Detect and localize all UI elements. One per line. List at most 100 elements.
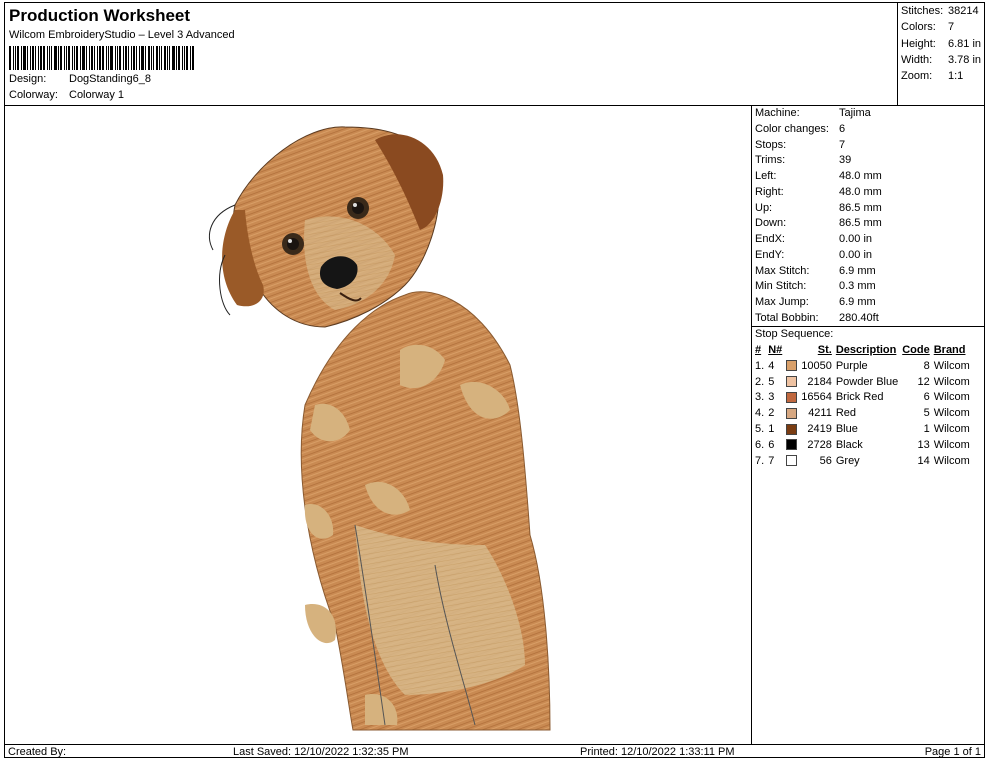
stop-description: Black (835, 438, 863, 451)
stop-needle: 1 (768, 422, 775, 435)
stop-needle: 4 (768, 359, 775, 372)
machine-info-panel: Machine: Tajima Color changes: 6 Stops: 7 T… (751, 105, 985, 745)
info-endy: EndY: 0.00 in (755, 249, 873, 261)
stop-stitches: 2184 (807, 375, 832, 388)
stop-code: 12 (917, 375, 930, 388)
stop-row: 6. 6 2728 Black 13 Wilcom (753, 438, 972, 454)
info-trims: Trims: 39 (755, 154, 852, 166)
info-down: Down: 86.5 mm (755, 217, 882, 229)
last-saved: Last Saved: 12/10/2022 1:32:35 PM (233, 746, 409, 758)
summary-stitches: Stitches: 38214 (901, 5, 979, 17)
info-left: Left: 48.0 mm (755, 170, 882, 182)
stop-brand: Wilcom (933, 359, 970, 372)
colorway-value: Colorway 1 (69, 89, 125, 101)
info-max-jump: Max Jump: 6.9 mm (755, 296, 876, 308)
panel-divider (752, 326, 985, 327)
col-swatch (784, 343, 799, 359)
stop-brand: Wilcom (933, 391, 970, 404)
stop-brand: Wilcom (933, 438, 970, 451)
stop-stitches: 2728 (807, 438, 832, 451)
stop-num: 6. (755, 438, 765, 451)
info-right: Right: 48.0 mm (755, 186, 882, 198)
stop-row: 4. 2 4211 Red 5 Wilcom (753, 406, 972, 422)
col-code: Code (902, 344, 930, 356)
stop-num: 4. (755, 407, 765, 420)
stop-code: 14 (917, 454, 930, 467)
worksheet-frame: Production Worksheet Wilcom EmbroiderySt… (4, 2, 985, 758)
col-n: N# (768, 344, 783, 356)
stop-num: 7. (755, 454, 765, 467)
stop-description: Grey (835, 454, 860, 467)
stop-row: 7. 7 56 Grey 14 Wilcom (753, 454, 972, 470)
stop-stitches: 4211 (808, 407, 832, 420)
stop-needle: 3 (768, 391, 775, 404)
design-summary: Stitches: 38214 Colors: 7 Height: 6.81 in W… (897, 3, 985, 106)
info-min-stitch: Min Stitch: 0.3 mm (755, 280, 876, 292)
stop-needle: 5 (768, 375, 775, 388)
stop-stitches: 16564 (801, 391, 832, 404)
stop-table-header: # N# St. Description Code Brand (753, 343, 972, 359)
worksheet-header: Production Worksheet Wilcom EmbroiderySt… (5, 3, 897, 106)
stop-row: 3. 3 16564 Brick Red 6 Wilcom (753, 390, 972, 406)
embroidery-dog-image (209, 126, 551, 731)
stop-row: 1. 4 10050 Purple 8 Wilcom (753, 359, 972, 375)
info-machine: Machine: Tajima (755, 107, 871, 119)
color-swatch (786, 423, 798, 435)
stop-stitches: 10050 (801, 359, 832, 372)
info-endx: EndX: 0.00 in (755, 233, 873, 245)
summary-width: Width: 3.78 in (901, 54, 982, 66)
stop-brand: Wilcom (933, 454, 970, 467)
stop-num: 3. (755, 391, 765, 404)
stop-swatch (784, 359, 799, 375)
design-label: Design: (9, 73, 47, 85)
summary-zoom: Zoom: 1:1 (901, 70, 964, 82)
stop-brand: Wilcom (933, 375, 970, 388)
page-title: Production Worksheet (9, 6, 191, 25)
created-by: Created By: (8, 746, 67, 758)
stop-num: 2. (755, 375, 765, 388)
info-stops: Stops: 7 (755, 139, 846, 151)
stop-num: 1. (755, 359, 765, 372)
stop-description: Blue (835, 422, 858, 435)
stop-swatch (784, 422, 799, 438)
stop-stitches: 2419 (807, 422, 832, 435)
page-number: Page 1 of 1 (924, 746, 981, 758)
stop-num: 5. (755, 422, 765, 435)
stop-swatch (784, 454, 799, 470)
stop-description: Red (835, 407, 857, 420)
stop-swatch (784, 390, 799, 406)
color-swatch (786, 407, 798, 419)
stop-row: 5. 1 2419 Blue 1 Wilcom (753, 422, 972, 438)
stop-code: 5 (923, 407, 930, 420)
color-swatch (786, 376, 798, 388)
summary-colors: Colors: 7 (901, 21, 955, 33)
barcode (9, 46, 213, 70)
stop-swatch (784, 375, 799, 391)
info-color-changes: Color changes: 6 (755, 123, 846, 135)
info-up: Up: 86.5 mm (755, 202, 882, 214)
stop-needle: 7 (768, 454, 775, 467)
stop-brand: Wilcom (933, 407, 970, 420)
stop-brand: Wilcom (933, 422, 970, 435)
stop-swatch (784, 438, 799, 454)
printed-date: Printed: 12/10/2022 1:33:11 PM (580, 746, 735, 758)
software-name: Wilcom EmbroideryStudio – Level 3 Advanc… (9, 29, 235, 41)
stop-description: Purple (835, 359, 868, 372)
colorway-row: Colorway: Colorway 1 (9, 89, 124, 101)
design-row: Design: DogStanding6_8 (9, 73, 151, 85)
col-num: # (755, 344, 762, 356)
col-brand: Brand (933, 344, 966, 356)
stop-description: Powder Blue (835, 375, 899, 388)
stop-sequence-title: Stop Sequence: (755, 328, 834, 340)
design-preview (5, 105, 751, 745)
stop-row: 2. 5 2184 Powder Blue 12 Wilcom (753, 375, 972, 391)
color-swatch (786, 360, 798, 372)
color-swatch (786, 455, 798, 467)
worksheet-footer: Created By: Last Saved: 12/10/2022 1:32:… (5, 744, 984, 759)
stop-stitches: 56 (819, 454, 832, 467)
stop-description: Brick Red (835, 391, 884, 404)
color-swatch (786, 391, 798, 403)
stop-sequence-table: # N# St. Description Code Brand 1. 4 10050… (753, 343, 972, 469)
stop-code: 13 (917, 438, 930, 451)
stop-needle: 6 (768, 438, 775, 451)
